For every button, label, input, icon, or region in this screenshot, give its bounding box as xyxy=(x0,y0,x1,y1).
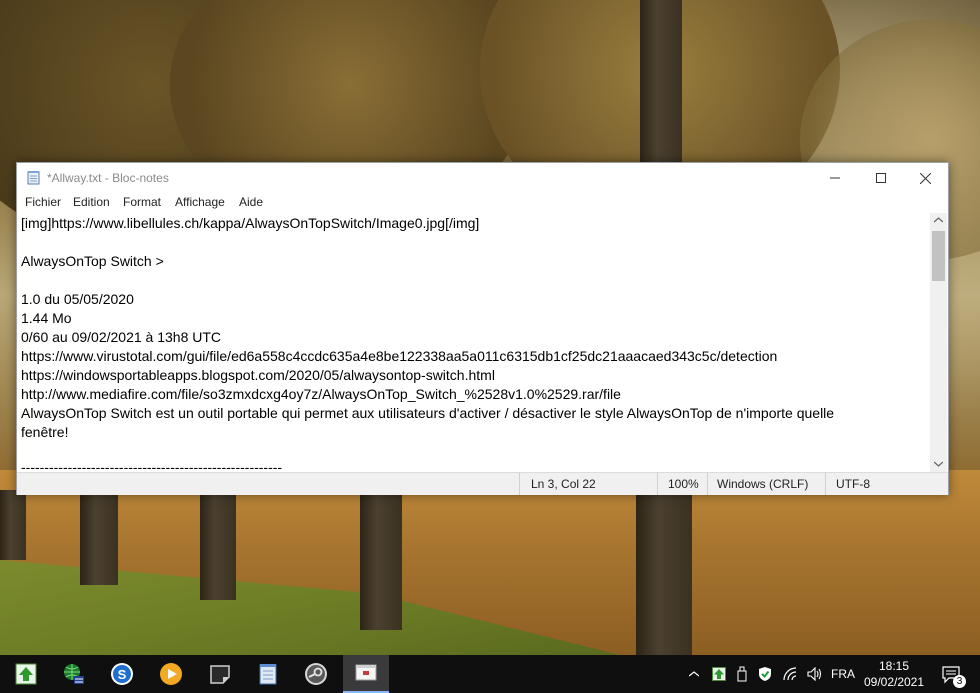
language-indicator[interactable]: FRA xyxy=(828,655,858,693)
menu-bar: Fichier Edition Format Affichage Aide xyxy=(17,193,948,213)
sticky-note-icon xyxy=(210,665,230,684)
taskbar-app-button[interactable] xyxy=(204,658,236,690)
scrollbar-thumb[interactable] xyxy=(932,231,945,281)
text-line: AlwaysOnTop Switch est un outil portable… xyxy=(21,405,835,421)
maximize-button[interactable] xyxy=(858,163,904,193)
text-line: http://www.mediafire.com/file/so3zmxdcxg… xyxy=(21,386,621,402)
clock-time: 18:15 xyxy=(878,659,910,673)
taskbar: S FRA 18:15 09/02/2021 3 xyxy=(0,655,980,693)
taskbar-app-button-active[interactable] xyxy=(343,655,389,693)
status-separator xyxy=(825,473,826,495)
tree-trunk xyxy=(0,490,26,560)
text-line: https://www.virustotal.com/gui/file/ed6a… xyxy=(21,348,778,364)
minimize-icon xyxy=(830,177,840,179)
taskbar-app-button[interactable] xyxy=(300,658,332,690)
chevron-up-icon xyxy=(689,671,699,677)
title-bar[interactable]: *Allway.txt - Bloc-notes xyxy=(17,163,948,193)
close-icon xyxy=(919,172,931,184)
tray-app-icon[interactable] xyxy=(708,655,730,693)
wifi-icon xyxy=(783,667,797,681)
tree-trunk xyxy=(80,490,118,585)
taskbar-app-button[interactable] xyxy=(58,658,90,690)
cursor-position: Ln 3, Col 22 xyxy=(531,477,596,491)
tray-volume-icon[interactable] xyxy=(804,655,826,693)
status-separator xyxy=(657,473,658,495)
text-line: 1.0 du 05/05/2020 xyxy=(21,291,134,307)
menu-format[interactable]: Format xyxy=(123,195,161,209)
clock-date: 09/02/2021 xyxy=(863,675,925,689)
text-line: fenêtre! xyxy=(21,424,69,440)
usb-drive-icon xyxy=(737,666,747,682)
clock[interactable]: 18:15 09/02/2021 xyxy=(862,655,926,693)
maximize-icon xyxy=(876,173,886,183)
menu-aide[interactable]: Aide xyxy=(239,195,263,209)
minimize-button[interactable] xyxy=(812,163,858,193)
text-editor[interactable]: [img]https://www.libellules.ch/kappa/Alw… xyxy=(17,213,930,472)
status-separator xyxy=(519,473,520,495)
status-bar: Ln 3, Col 22 100% Windows (CRLF) UTF-8 xyxy=(17,472,948,495)
notepad-active-icon xyxy=(355,664,377,681)
tree-trunk xyxy=(200,490,236,600)
notification-center-button[interactable]: 3 xyxy=(936,655,966,693)
status-separator xyxy=(707,473,708,495)
text-line: 0/60 au 09/02/2021 à 13h8 UTC xyxy=(21,329,222,345)
text-line: ----------------------------------------… xyxy=(21,459,283,472)
menu-affichage[interactable]: Affichage xyxy=(175,195,225,209)
steam-icon xyxy=(305,663,327,685)
zoom-level: 100% xyxy=(668,477,699,491)
text-line: 1.44 Mo xyxy=(21,310,72,326)
notepad-icon xyxy=(259,664,277,685)
scroll-up-icon[interactable] xyxy=(934,217,943,223)
speaker-icon xyxy=(807,667,822,681)
scroll-down-icon[interactable] xyxy=(934,461,943,467)
svg-text:S: S xyxy=(118,667,127,682)
text-line: [img]https://www.libellules.ch/kappa/Alw… xyxy=(21,215,480,231)
vertical-scrollbar[interactable] xyxy=(930,213,947,472)
tree-trunk xyxy=(636,490,692,655)
text-line: https://windowsportableapps.blogspot.com… xyxy=(21,367,495,383)
green-up-arrow-icon xyxy=(15,663,37,685)
taskbar-app-button[interactable] xyxy=(10,658,42,690)
notification-count-badge: 3 xyxy=(953,675,966,688)
line-ending: Windows (CRLF) xyxy=(717,477,809,491)
taskbar-app-button[interactable] xyxy=(155,658,187,690)
tray-wifi-icon[interactable] xyxy=(780,655,802,693)
green-up-arrow-icon xyxy=(712,667,726,681)
menu-edition[interactable]: Edition xyxy=(73,195,110,209)
window-title: *Allway.txt - Bloc-notes xyxy=(47,171,169,185)
taskbar-app-button[interactable] xyxy=(252,658,284,690)
text-line: AlwaysOnTop Switch > xyxy=(21,253,164,269)
encoding: UTF-8 xyxy=(836,477,870,491)
tray-usb-icon[interactable] xyxy=(732,655,752,693)
media-player-icon xyxy=(160,663,182,685)
taskbar-app-button[interactable]: S xyxy=(106,658,138,690)
network-globe-icon xyxy=(64,664,84,684)
menu-fichier[interactable]: Fichier xyxy=(25,195,61,209)
shield-icon xyxy=(759,667,771,681)
tree-trunk xyxy=(360,490,402,630)
tray-security-icon[interactable] xyxy=(754,655,776,693)
notepad-icon xyxy=(27,171,40,185)
show-hidden-icons-button[interactable] xyxy=(684,655,704,693)
blue-s-circle-icon: S xyxy=(111,663,133,685)
notepad-window[interactable]: *Allway.txt - Bloc-notes Fichier Edition… xyxy=(16,162,949,495)
close-button[interactable] xyxy=(902,163,948,193)
